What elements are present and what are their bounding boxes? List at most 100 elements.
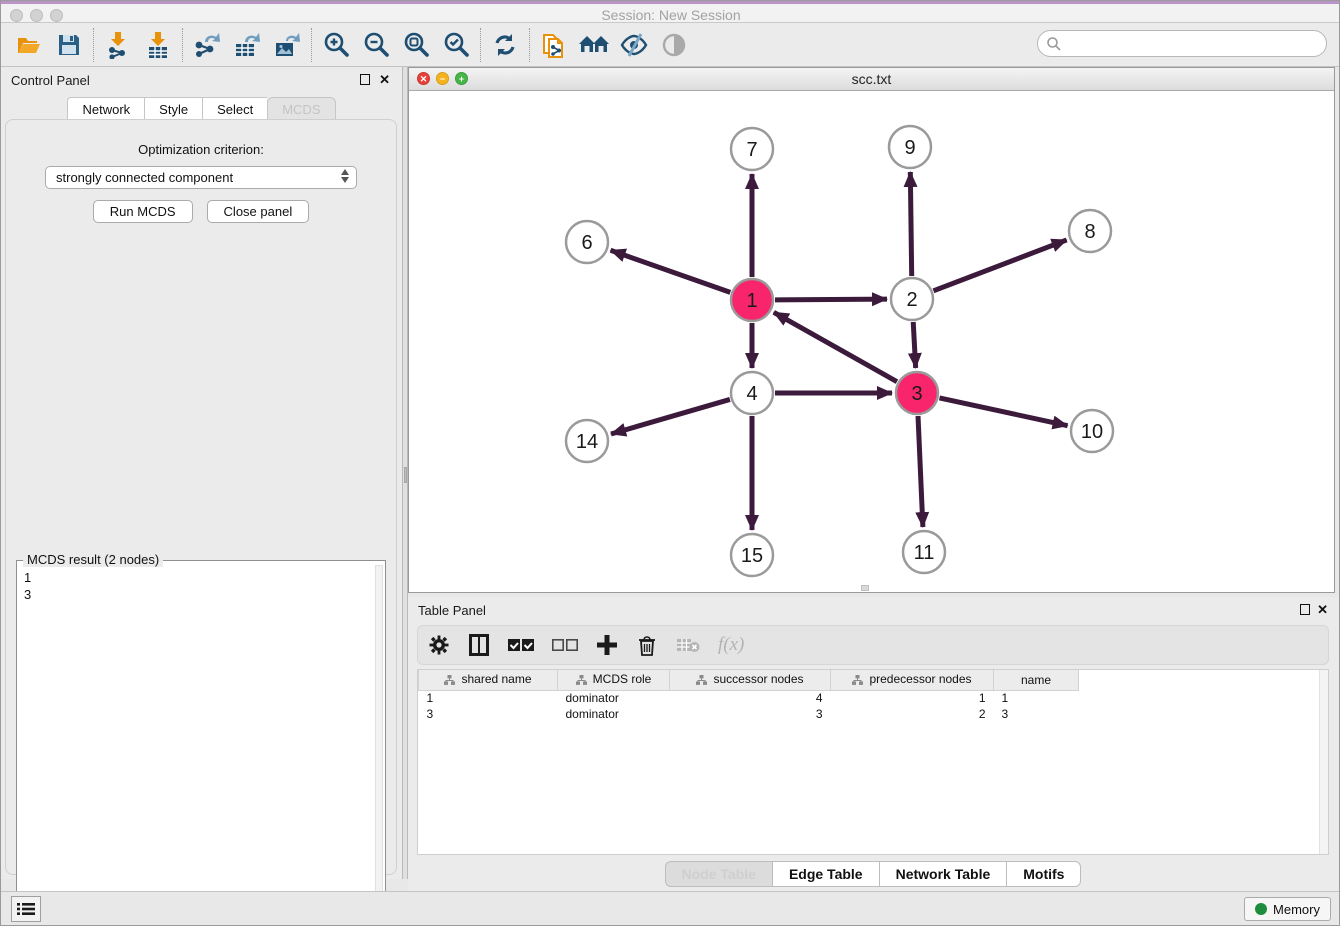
memory-button[interactable]: Memory: [1244, 897, 1331, 921]
graph-edge-2-3[interactable]: [913, 322, 915, 368]
graph-node-label-2: 2: [906, 289, 917, 311]
control-panel: Control Panel ✕ Network Style Select MCD…: [1, 67, 402, 879]
window-title: Session: New Session: [1, 7, 1340, 23]
zoom-fit-icon[interactable]: [396, 28, 436, 62]
mcds-result-box: MCDS result (2 nodes) 1 3: [16, 560, 386, 926]
export-image-icon[interactable]: [267, 28, 307, 62]
close-panel-button[interactable]: Close panel: [207, 200, 310, 223]
import-table-icon[interactable]: [138, 28, 178, 62]
task-history-button[interactable]: [11, 896, 41, 922]
hierarchy-icon: [852, 674, 863, 688]
result-scrollbar[interactable]: [375, 565, 383, 926]
table-close-icon[interactable]: ✕: [1317, 602, 1328, 618]
hierarchy-icon: [576, 674, 587, 688]
optimization-criterion-select[interactable]: strongly connected component: [45, 166, 357, 189]
graph-edge-3-1[interactable]: [774, 312, 897, 381]
graph-edges: [611, 172, 1068, 530]
deselect-checks-icon[interactable]: [552, 633, 578, 657]
graph-edge-2-8[interactable]: [933, 240, 1066, 291]
mcds-panel: Optimization criterion: strongly connect…: [5, 119, 397, 875]
home-networks-icon[interactable]: [574, 28, 614, 62]
graph-node-label-11: 11: [914, 542, 935, 564]
column-header-successor-nodes[interactable]: successor nodes: [670, 670, 831, 690]
open-folder-icon[interactable]: [9, 28, 49, 62]
graph-node-label-7: 7: [746, 139, 757, 161]
table-toolbar: f(x): [417, 625, 1329, 665]
tab-network-table[interactable]: Network Table: [879, 861, 1007, 887]
graph-node-label-4: 4: [746, 383, 757, 405]
function-builder-icon[interactable]: f(x): [718, 633, 744, 657]
duplicate-network-icon[interactable]: [534, 28, 574, 62]
graph-node-label-9: 9: [904, 137, 915, 159]
search-input[interactable]: [1062, 33, 1326, 55]
table-tabs: Node Table Edge Table Network Table Moti…: [408, 861, 1338, 887]
table-header-row: shared name MCDS role successor nodes pr…: [419, 670, 1079, 690]
graph-node-label-1: 1: [746, 290, 757, 312]
import-network-icon[interactable]: [98, 28, 138, 62]
run-mcds-button[interactable]: Run MCDS: [93, 200, 193, 223]
graph-node-label-3: 3: [911, 383, 922, 405]
hierarchy-icon: [696, 674, 707, 688]
tab-motifs[interactable]: Motifs: [1006, 861, 1081, 887]
graph-edge-3-10[interactable]: [939, 398, 1067, 426]
table-row[interactable]: 1 dominator 4 1 1: [419, 690, 1079, 706]
export-table-icon[interactable]: [227, 28, 267, 62]
statusbar: Memory: [1, 891, 1340, 925]
column-header-mcds-role[interactable]: MCDS role: [558, 670, 670, 690]
optimization-criterion-value: strongly connected component: [56, 170, 233, 185]
refresh-icon[interactable]: [485, 28, 525, 62]
show-hide-eye-icon[interactable]: [654, 28, 694, 62]
select-all-checks-icon[interactable]: [508, 633, 534, 657]
gear-icon[interactable]: [428, 633, 450, 657]
graph-node-label-10: 10: [1081, 421, 1103, 443]
graph-edge-1-2[interactable]: [775, 299, 887, 300]
control-panel-title: Control Panel: [11, 73, 90, 88]
memory-label: Memory: [1273, 902, 1320, 917]
table-panel: Table Panel ✕: [408, 597, 1338, 891]
close-panel-icon[interactable]: ✕: [379, 72, 390, 88]
list-icon: [17, 902, 35, 916]
search-icon: [1046, 36, 1062, 52]
style-preview-icon[interactable]: [614, 28, 654, 62]
graph-edge-3-11[interactable]: [918, 416, 923, 527]
graph-node-label-6: 6: [581, 232, 592, 254]
table-scrollbar[interactable]: [1319, 670, 1328, 854]
graph-edge-1-6[interactable]: [611, 250, 731, 292]
table-row[interactable]: 3 dominator 3 2 3: [419, 706, 1079, 722]
mcds-result-text[interactable]: 1 3: [17, 565, 373, 926]
node-table: shared name MCDS role successor nodes pr…: [417, 669, 1329, 855]
network-window: ✕ − + scc.txt 7 9 6 8 1 2 4 3 14 10 15 11: [408, 67, 1335, 593]
delete-table-icon[interactable]: [676, 633, 700, 657]
column-header-shared-name[interactable]: shared name: [419, 670, 558, 690]
network-window-titlebar: ✕ − + scc.txt: [409, 68, 1334, 91]
delete-trash-icon[interactable]: [636, 633, 658, 657]
add-column-icon[interactable]: [596, 633, 618, 657]
tab-node-table[interactable]: Node Table: [665, 861, 772, 887]
graph-node-label-14: 14: [576, 431, 598, 453]
zoom-selected-icon[interactable]: [436, 28, 476, 62]
main-toolbar: [1, 23, 1340, 67]
network-resize-grip[interactable]: [861, 585, 869, 591]
network-title: scc.txt: [409, 71, 1334, 87]
zoom-in-icon[interactable]: [316, 28, 356, 62]
export-network-icon[interactable]: [187, 28, 227, 62]
table-float-icon[interactable]: [1300, 604, 1310, 615]
search-field[interactable]: [1037, 30, 1327, 57]
node-table-grid: shared name MCDS role successor nodes pr…: [418, 670, 1079, 722]
graph-edge-4-14[interactable]: [611, 399, 730, 434]
graph-node-label-15: 15: [741, 545, 763, 567]
application-window: Session: New Session: [0, 0, 1340, 926]
graph-node-label-8: 8: [1084, 221, 1095, 243]
graph-svg: 7 9 6 8 1 2 4 3 14 10 15 11: [409, 91, 1334, 592]
float-panel-icon[interactable]: [360, 74, 370, 85]
titlebar: Session: New Session: [1, 1, 1340, 23]
column-header-predecessor-nodes[interactable]: predecessor nodes: [831, 670, 994, 690]
divider-grip[interactable]: [404, 467, 407, 483]
split-columns-icon[interactable]: [468, 633, 490, 657]
graph-edge-2-9[interactable]: [910, 172, 911, 276]
save-icon[interactable]: [49, 28, 89, 62]
column-header-name[interactable]: name: [994, 670, 1079, 690]
zoom-out-icon[interactable]: [356, 28, 396, 62]
tab-edge-table[interactable]: Edge Table: [772, 861, 879, 887]
network-canvas[interactable]: 7 9 6 8 1 2 4 3 14 10 15 11: [409, 91, 1334, 592]
